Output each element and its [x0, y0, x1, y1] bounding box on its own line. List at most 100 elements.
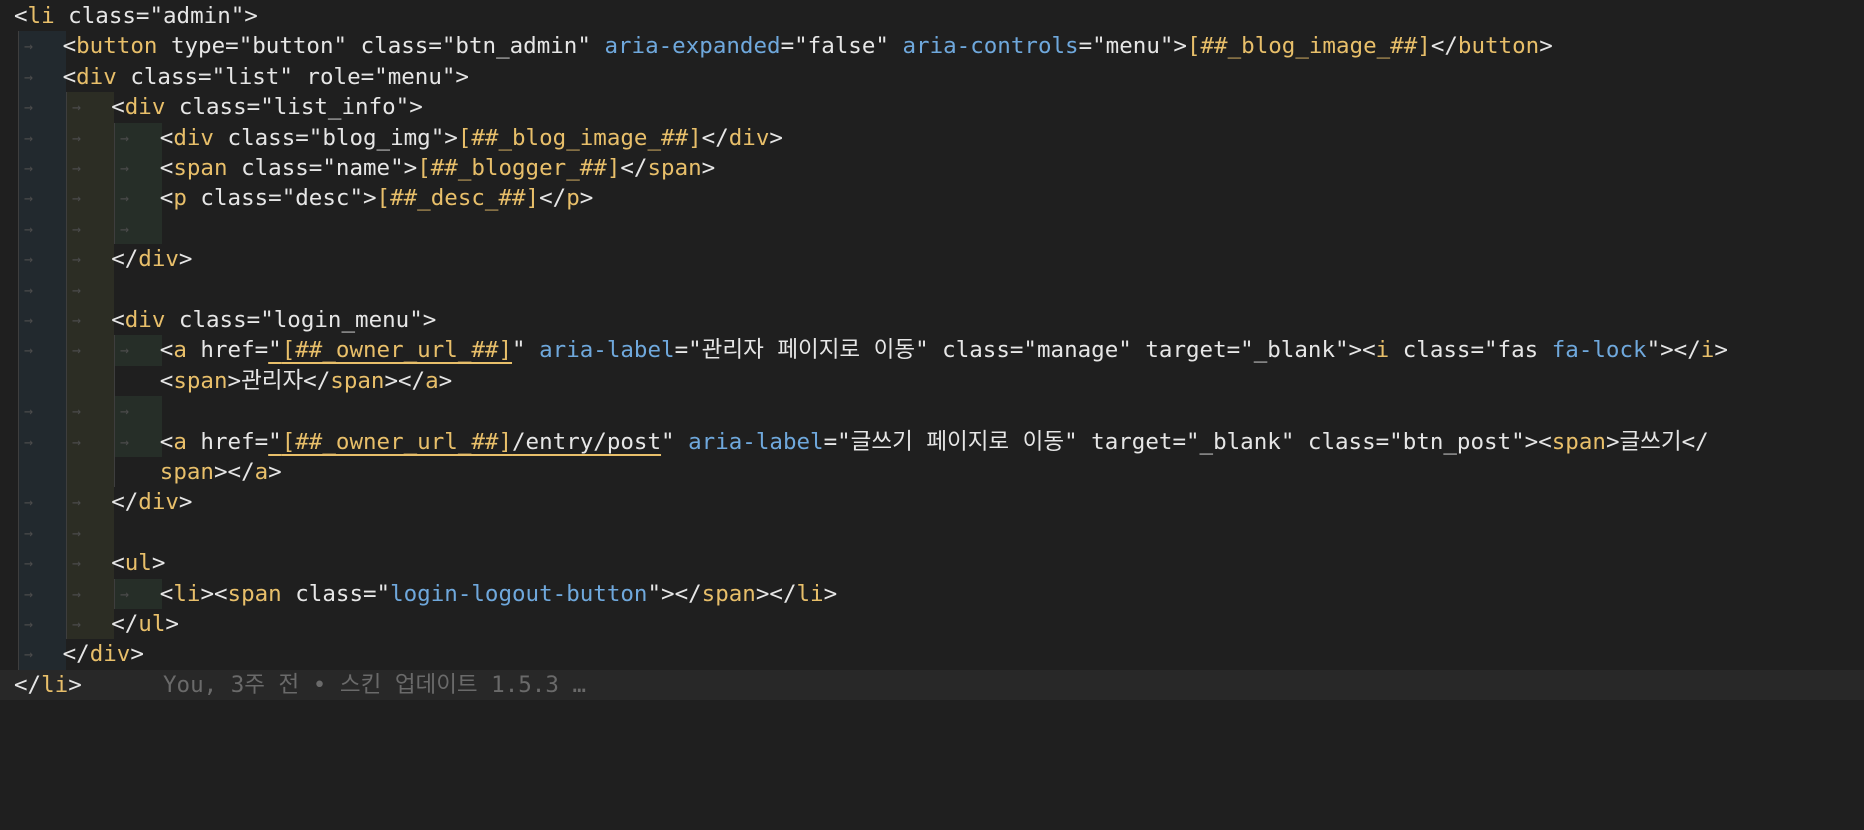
code-line[interactable]: <span>관리자</span></a> — [0, 365, 1864, 397]
code-line[interactable]: → → → <span class="name">[##_blogger_##]</s… — [0, 153, 1864, 184]
tab-arrow-icon: → — [24, 159, 34, 177]
tab-arrow-icon: → — [120, 402, 130, 421]
code-token: > — [701, 155, 716, 181]
code-token: < — [159, 337, 174, 364]
code-token: </ — [111, 489, 139, 516]
code-line[interactable]: span></a> — [0, 457, 1864, 488]
code-token: div — [728, 124, 770, 151]
indent-guide — [66, 457, 114, 488]
code-token: aria-label — [539, 337, 675, 364]
tab-arrow-icon: → — [24, 128, 34, 147]
code-token: class="blog_img"> — [213, 124, 458, 151]
code-line[interactable]: → → → <a href="[##_owner_url_##]" aria-labe… — [0, 335, 1864, 366]
code-line[interactable]: → → → <p class="desc">[##_desc_##]</p> — [0, 183, 1864, 214]
indent-guide — [114, 457, 162, 487]
tab-arrow-icon: → — [24, 219, 34, 238]
tab-arrow-icon: → — [120, 128, 130, 147]
indent-guide-line — [114, 426, 115, 457]
indent-guide-line — [18, 183, 19, 214]
indent-guide-line — [18, 578, 19, 609]
code-token: a — [425, 367, 439, 394]
code-token: class="login_menu"> — [165, 307, 437, 333]
code-line[interactable]: → → <ul> — [0, 548, 1864, 579]
code-token: > — [151, 550, 166, 577]
code-token: li — [173, 580, 201, 607]
tab-arrow-icon: → — [72, 402, 82, 421]
code-text: <li><span class="login-logout-button"></… — [160, 579, 837, 609]
code-token: fa-lock — [1551, 337, 1647, 364]
indent-guide-line — [66, 153, 67, 184]
tab-arrow-icon: → — [24, 402, 34, 421]
indent-guide-line — [18, 31, 19, 62]
code-line[interactable]: → → — [0, 274, 1864, 305]
code-text: <li class="admin"> — [14, 1, 258, 31]
indent-guide-line — [66, 517, 67, 549]
code-token: </ — [111, 246, 139, 273]
tab-arrow-icon: → — [72, 311, 82, 329]
code-token: > — [1714, 337, 1728, 364]
indent-guide — [18, 457, 66, 488]
indent-guide-line — [18, 274, 19, 305]
indent-guide-line — [114, 365, 115, 397]
code-line[interactable]: → → → — [0, 396, 1864, 427]
code-line[interactable]: → <button type="button" class="btn_admin"… — [0, 31, 1864, 62]
code-text: span></a> — [160, 457, 282, 487]
tab-arrow-icon: → — [72, 493, 82, 512]
code-text: <div class="login_menu"> — [111, 305, 436, 335]
code-line[interactable]: → → </ul> — [0, 609, 1864, 640]
code-text: <button type="button" class="btn_admin" … — [63, 31, 1553, 61]
code-token: span — [173, 155, 228, 181]
git-blame-annotation: You, 3주 전 • 스킨 업데이트 1.5.3 … — [81, 671, 586, 698]
code-token: href= — [186, 428, 269, 455]
indent-guide-line — [18, 426, 19, 457]
code-line[interactable]: → → </div> — [0, 244, 1864, 275]
code-token: </ — [620, 155, 648, 181]
indent-guide-line — [114, 396, 115, 427]
code-token: class="list_info"> — [165, 94, 423, 121]
code-token: > — [68, 671, 82, 698]
indent-guide-line — [66, 548, 67, 579]
tab-arrow-icon: → — [72, 98, 82, 117]
tab-arrow-icon: → — [24, 493, 34, 512]
code-line[interactable]: → → <div class="login_menu"> — [0, 305, 1864, 336]
code-token: li — [27, 3, 55, 29]
code-token: < — [111, 94, 125, 121]
tab-arrow-icon: → — [72, 280, 82, 299]
code-token: a — [254, 459, 269, 485]
code-token: > — [178, 246, 193, 273]
code-token: div — [173, 124, 214, 151]
code-line[interactable]: → → → <div class="blog_img">[##_blog_image_… — [0, 122, 1864, 153]
code-line[interactable]: <li class="admin"> — [0, 1, 1864, 31]
code-line[interactable]: → → — [0, 517, 1864, 549]
indent-guide-line — [114, 335, 115, 366]
code-line[interactable]: → → → <a href="[##_owner_url_##]/entry/post… — [0, 426, 1864, 457]
indent-guide-line — [18, 153, 19, 184]
code-text: </li> You, 3주 전 • 스킨 업데이트 1.5.3 … — [14, 670, 586, 700]
code-text: </ul> — [111, 609, 179, 639]
code-token: [##_blog_image_##] — [457, 124, 702, 151]
code-token: span — [647, 155, 702, 181]
indent-guide-line — [66, 487, 67, 518]
code-line[interactable]: → </div> — [0, 639, 1864, 670]
tab-arrow-icon: → — [24, 37, 34, 56]
code-token: ></ — [213, 459, 255, 485]
code-token: span — [227, 580, 282, 607]
indent-guide-line — [18, 305, 19, 336]
code-token: a — [173, 428, 187, 455]
code-line[interactable]: → → <div class="list_info"> — [0, 92, 1864, 123]
code-token: </ — [62, 641, 90, 668]
code-line[interactable]: → → → <li><span class="login-logout-button"… — [0, 578, 1864, 609]
code-line[interactable]: </li> You, 3주 전 • 스킨 업데이트 1.5.3 … — [0, 669, 1864, 701]
indent-guide-line — [18, 517, 19, 549]
code-token: " — [661, 428, 689, 455]
code-token: span — [330, 367, 385, 394]
code-token: ul — [138, 611, 166, 637]
tab-arrow-icon: → — [72, 219, 82, 238]
code-text: <p class="desc">[##_desc_##]</p> — [160, 183, 594, 213]
code-line[interactable]: → → </div> — [0, 487, 1864, 518]
code-editor[interactable]: <li class="admin"> → <button type="button"… — [0, 0, 1864, 830]
code-line[interactable]: → <div class="list" role="menu"> — [0, 61, 1864, 93]
indent-guide — [66, 365, 114, 397]
code-line[interactable]: → → → — [0, 213, 1864, 245]
code-token: div — [138, 489, 179, 516]
